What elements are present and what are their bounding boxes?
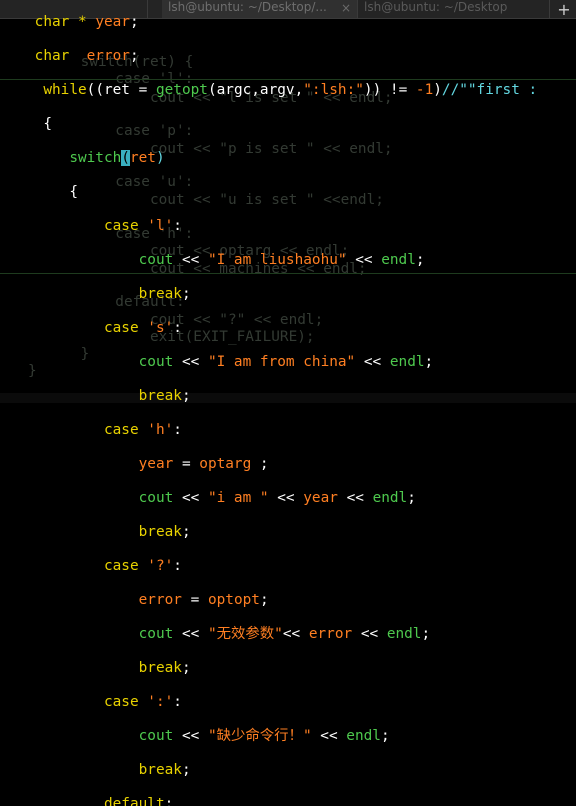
code-line-4: { [43,116,52,132]
code-line-22: cout << "缺少命令行！" << endl; [138,728,390,744]
new-tab-button[interactable]: + [556,0,572,19]
code-line-9: break; [138,286,191,302]
code-line-11: cout << "I am from china" << endl; [138,354,434,370]
plus-icon: + [557,0,571,19]
code-line-8: cout << "I am liushaohu" << endl; [138,252,425,268]
code-line-12: break; [138,388,191,404]
code-line-15: cout << "i am " << year << endl; [138,490,416,506]
code-line-21: case ':': [103,694,182,710]
code-line-20: break; [138,660,191,676]
text-cursor: ( [121,150,130,166]
code-line-19: cout << "无效参数"<< error << endl; [138,626,431,642]
code-line-10: case 's': [103,320,182,336]
code-line-18: error = optopt; [138,592,269,608]
code-line-6: { [69,184,78,200]
code-line-3: while((ret = getopt(argc,argv,":lsh:")) … [43,82,538,98]
code-line-14: year = optarg ; [138,456,269,472]
code-line-17: case '?': [103,558,182,574]
code-line-24: default: [103,796,174,806]
code-line-13: case 'h': [103,422,182,438]
code-editor[interactable]: char * year; char error; while((ret = ge… [0,0,538,806]
code-line-16: break; [138,524,191,540]
code-line-2: char error; [34,48,139,64]
code-line-23: break; [138,762,191,778]
code-line-5: switch(ret) [69,150,165,166]
code-line-1: char * year; [34,14,139,30]
code-line-7: case 'l': [103,218,182,234]
